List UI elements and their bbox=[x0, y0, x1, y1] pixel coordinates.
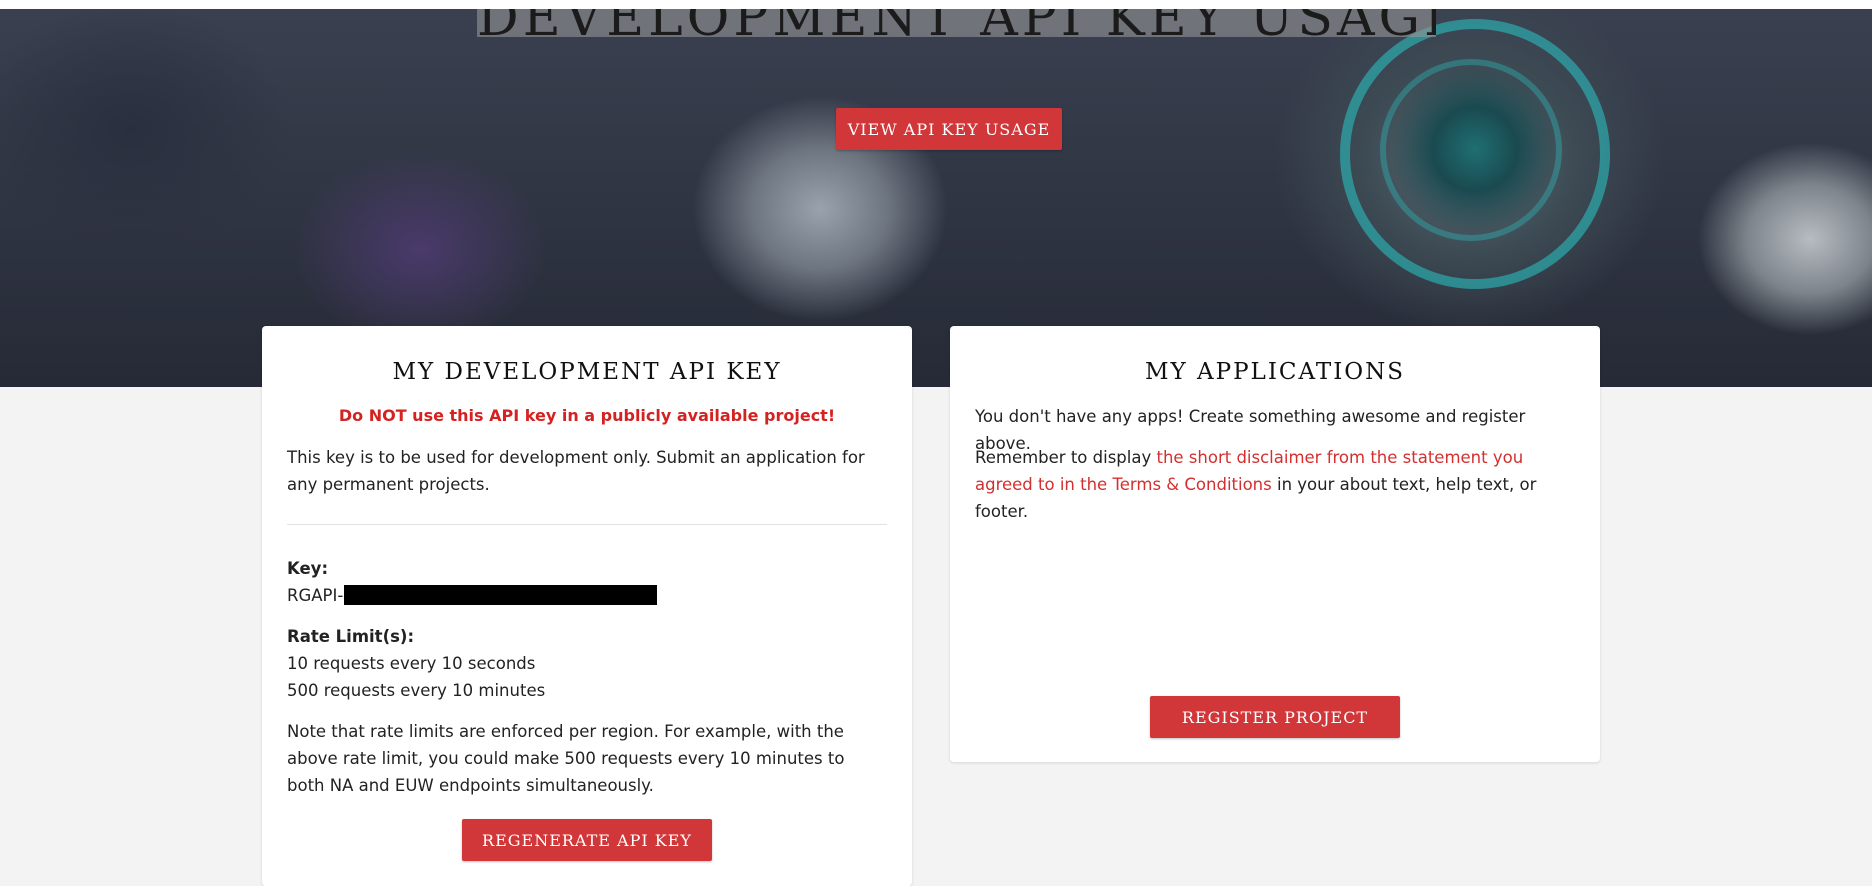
divider bbox=[287, 524, 887, 525]
rate-limit-note: Note that rate limits are enforced per r… bbox=[287, 722, 845, 795]
my-applications-card: MY APPLICATIONS You don't have any apps!… bbox=[950, 326, 1600, 762]
api-key-value: RGAPI- bbox=[287, 582, 887, 609]
development-only-description: This key is to be used for development o… bbox=[287, 448, 865, 494]
top-strip bbox=[0, 0, 1872, 9]
api-key-prefix: RGAPI- bbox=[287, 586, 344, 605]
rate-limit-item: 10 requests every 10 seconds bbox=[287, 654, 536, 673]
hero-title: DEVELOPMENT API KEY USAGE bbox=[477, 9, 1436, 37]
development-api-key-card: MY DEVELOPMENT API KEY Do NOT use this A… bbox=[262, 326, 912, 886]
api-key-redaction bbox=[344, 585, 658, 605]
register-project-button[interactable]: REGISTER PROJECT bbox=[1150, 696, 1400, 738]
disclaimer-reminder-prefix: Remember to display bbox=[975, 448, 1157, 467]
regenerate-api-key-button[interactable]: REGENERATE API KEY bbox=[462, 819, 712, 861]
hero-art-ring-inner bbox=[1380, 59, 1562, 241]
disclaimer-reminder: Remember to display the short disclaimer… bbox=[975, 444, 1575, 525]
rate-limit-item: 500 requests every 10 minutes bbox=[287, 681, 546, 700]
card-title: MY APPLICATIONS bbox=[1144, 359, 1406, 385]
view-api-key-usage-button[interactable]: VIEW API KEY USAGE bbox=[836, 108, 1062, 150]
rate-limits-label: Rate Limit(s): bbox=[287, 627, 415, 646]
public-use-warning: Do NOT use this API key in a publicly av… bbox=[338, 406, 836, 425]
card-title: MY DEVELOPMENT API KEY bbox=[392, 359, 782, 385]
key-label: Key: bbox=[287, 559, 329, 578]
